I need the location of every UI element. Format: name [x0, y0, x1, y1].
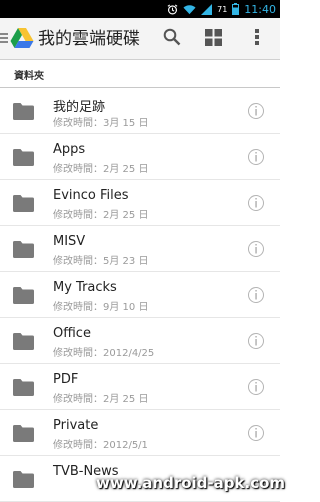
- folder-list: 我的足跡 修改時間：3月 15 日 Apps 修改時間：2月 25 日 Evin…: [0, 88, 280, 502]
- status-bar: 71 11:40: [0, 0, 280, 18]
- folder-row[interactable]: Office 修改時間：2012/4/25: [0, 318, 280, 364]
- page-title: 我的雲端硬碟: [38, 29, 140, 49]
- grid-view-button[interactable]: [201, 27, 225, 51]
- folder-name: Office: [53, 326, 91, 341]
- folder-row[interactable]: 我的足跡 修改時間：3月 15 日: [0, 88, 280, 134]
- folder-name: MISV: [53, 234, 86, 249]
- overflow-menu-button[interactable]: [245, 27, 269, 51]
- folder-row[interactable]: MISV 修改時間：5月 23 日: [0, 226, 280, 272]
- folder-modified: 修改時間：2月 25 日: [53, 210, 149, 221]
- folder-modified: 修改時間：5月 23 日: [53, 256, 149, 267]
- folder-row[interactable]: Private 修改時間：2012/5/1: [0, 410, 280, 456]
- section-header: 資料夾: [0, 61, 280, 88]
- info-icon[interactable]: [247, 240, 265, 258]
- overflow-menu-icon: [254, 28, 260, 50]
- info-icon[interactable]: [247, 332, 265, 350]
- folder-icon: [13, 149, 34, 166]
- folder-icon: [13, 287, 34, 304]
- folder-modified: 修改時間：2月 25 日: [53, 394, 149, 405]
- folder-name: 我的足跡: [53, 100, 106, 115]
- folder-name: Evinco Files: [53, 188, 129, 203]
- status-time: 11:40: [244, 2, 276, 16]
- info-icon[interactable]: [247, 102, 265, 120]
- info-icon[interactable]: [247, 194, 265, 212]
- folder-modified: 修改時間：2012/5/1: [53, 440, 148, 451]
- folder-icon: [13, 333, 34, 350]
- drive-logo-icon[interactable]: [10, 27, 34, 49]
- folder-name: PDF: [53, 372, 79, 387]
- folder-modified: 修改時間：3月 15 日: [53, 118, 149, 129]
- section-label: 資料夾: [14, 71, 44, 82]
- battery-icon: [232, 3, 240, 15]
- folder-name: My Tracks: [53, 280, 117, 295]
- folder-modified: 修改時間：9月 10 日: [53, 302, 149, 313]
- folder-row[interactable]: My Tracks 修改時間：9月 10 日: [0, 272, 280, 318]
- alarm-icon: [167, 3, 178, 15]
- folder-modified: 修改時間：2月 25 日: [53, 164, 149, 175]
- folder-icon: [13, 379, 34, 396]
- watermark: www.android-apk.com: [96, 474, 286, 492]
- folder-row[interactable]: PDF 修改時間：2月 25 日: [0, 364, 280, 410]
- folder-icon: [13, 241, 34, 258]
- status-icons: 71 11:40: [167, 0, 276, 18]
- info-icon[interactable]: [247, 424, 265, 442]
- folder-icon: [13, 471, 34, 488]
- folder-modified: 修改時間：2012/4/25: [53, 348, 155, 359]
- info-icon[interactable]: [247, 286, 265, 304]
- signal-icon: [201, 3, 213, 15]
- battery-level: 71: [217, 4, 228, 14]
- folder-icon: [13, 195, 34, 212]
- app-bar: 我的雲端硬碟: [0, 18, 280, 60]
- search-button[interactable]: [160, 27, 184, 51]
- folder-name: Private: [53, 418, 99, 433]
- search-icon: [163, 28, 181, 50]
- wifi-icon: [183, 4, 196, 15]
- info-icon[interactable]: [247, 378, 265, 396]
- folder-icon: [13, 425, 34, 442]
- folder-row[interactable]: Evinco Files 修改時間：2月 25 日: [0, 180, 280, 226]
- folder-row[interactable]: Apps 修改時間：2月 25 日: [0, 134, 280, 180]
- folder-name: Apps: [53, 142, 86, 157]
- info-icon[interactable]: [247, 148, 265, 166]
- grid-view-icon: [204, 28, 222, 50]
- folder-icon: [13, 103, 34, 120]
